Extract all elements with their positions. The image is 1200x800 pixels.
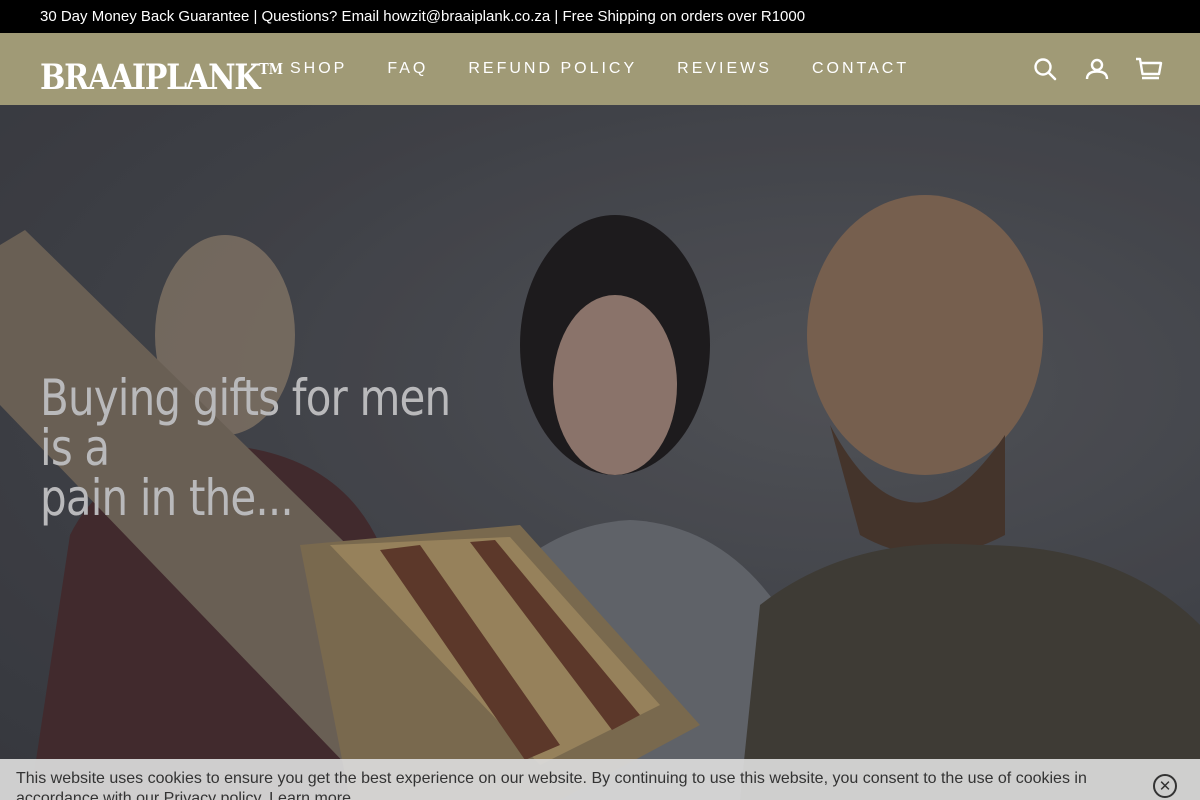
- nav-contact[interactable]: CONTACT: [792, 33, 929, 105]
- cart-icon[interactable]: [1134, 54, 1164, 84]
- nav-refund-policy[interactable]: REFUND POLICY: [448, 33, 657, 105]
- learn-more-link[interactable]: Learn more: [269, 790, 351, 800]
- nav-faq[interactable]: FAQ: [367, 33, 448, 105]
- logo-text: BRAAIPLANK: [40, 57, 260, 98]
- cookie-separator: .: [260, 790, 270, 800]
- search-icon[interactable]: [1030, 54, 1060, 84]
- hero-title-line2: pain in the...: [40, 469, 294, 527]
- nav-reviews[interactable]: REVIEWS: [657, 33, 792, 105]
- nav-shop[interactable]: SHOP: [270, 33, 367, 105]
- close-icon: ✕: [1158, 777, 1172, 795]
- announcement-text: 30 Day Money Back Guarantee | Questions?…: [40, 8, 806, 25]
- account-icon[interactable]: [1082, 54, 1112, 84]
- cookie-banner: This website uses cookies to ensure you …: [0, 759, 1200, 800]
- site-header: BRAAIPLANKTM SHOP FAQ REFUND POLICY REVI…: [0, 33, 1200, 105]
- cookie-message: This website uses cookies to ensure you …: [16, 769, 1116, 800]
- hero-banner[interactable]: Buying gifts for men is a pain in the...: [0, 105, 1200, 800]
- site-logo[interactable]: BRAAIPLANKTM: [40, 48, 283, 98]
- cookie-close-button[interactable]: ✕: [1153, 774, 1177, 798]
- privacy-policy-link[interactable]: Privacy policy: [164, 790, 261, 800]
- hero-title: Buying gifts for men is a pain in the...: [40, 373, 477, 523]
- main-nav: SHOP FAQ REFUND POLICY REVIEWS CONTACT: [270, 33, 929, 105]
- hero-title-line1: Buying gifts for men is a: [40, 369, 451, 477]
- announcement-bar: 30 Day Money Back Guarantee | Questions?…: [0, 0, 1200, 33]
- header-icons: [1008, 33, 1164, 105]
